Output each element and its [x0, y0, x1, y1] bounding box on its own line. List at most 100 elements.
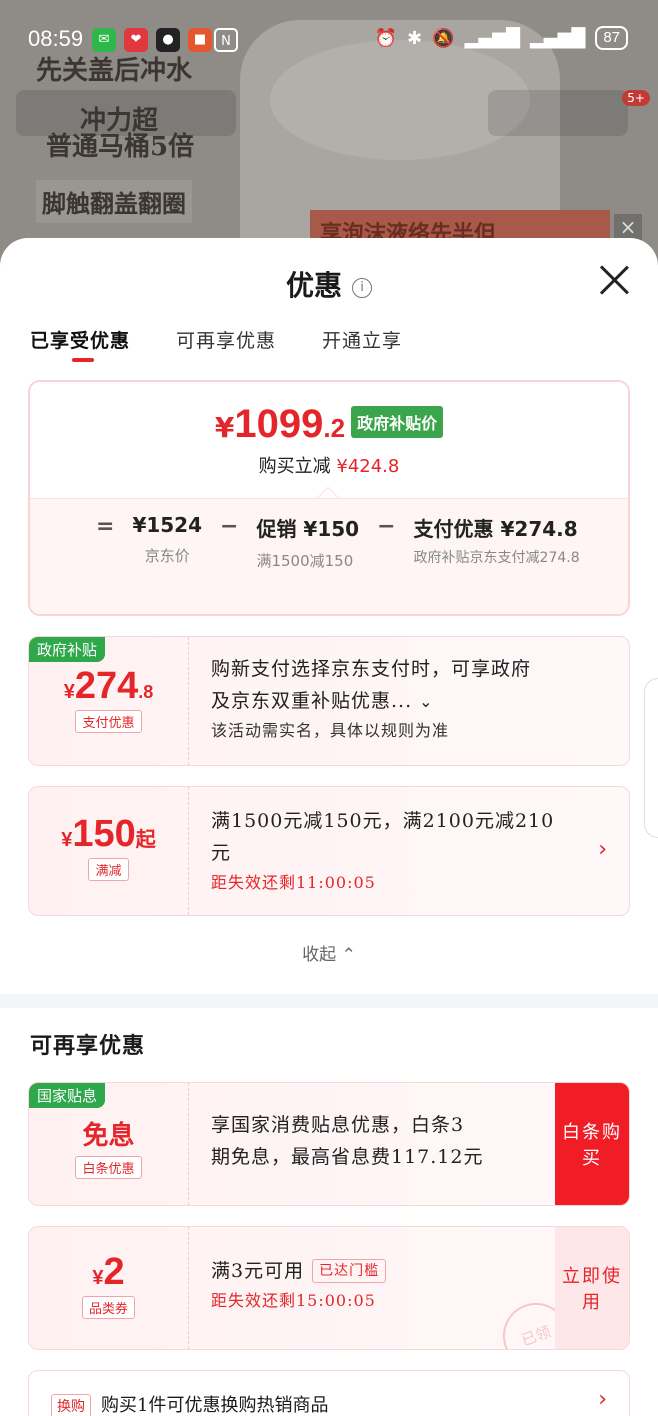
coupon-type-tag: 满减 [88, 858, 129, 881]
description-line: 满3元可用 [211, 1260, 305, 1282]
payment-discount-value: 支付优惠 ¥274.8 [413, 517, 578, 541]
amount-integer: 2 [103, 1251, 125, 1293]
share-nav-area [488, 90, 628, 136]
signal-icon: ▂▄▆█ [464, 27, 520, 49]
baitiao-buy-button[interactable]: 白条购买 [555, 1083, 629, 1205]
description-line: 享国家消费贴息优惠，白条3 [211, 1114, 465, 1136]
amount-suffix: 起 [135, 827, 156, 851]
description-note: 该活动需实名，具体以规则为准 [211, 721, 450, 740]
tab-bar: 已享受优惠 可再享优惠 开通立享 [30, 326, 402, 362]
reduction-amount: ¥424.8 [336, 456, 400, 477]
chevron-right-icon[interactable]: › [598, 837, 607, 862]
coupon-corner-tag: 国家贴息 [29, 1083, 106, 1108]
gov-subsidy-coupon[interactable]: 政府补贴 ¥274.8 支付优惠 购新支付选择京东支付时，可享政府 及京东双重补… [28, 636, 630, 766]
amount-decimal: .8 [138, 682, 154, 702]
section-title: 可再享优惠 [30, 1033, 146, 1059]
alarm-icon: ⏰ [374, 27, 398, 49]
status-bar: 08:59 ✉ ❤ ● ■ N ⏰ ✱ 🔕 ▂▄▆█ ▂▄▆█ 87 [0, 22, 658, 58]
instant-reduction: 购买立减 ¥424.8 [30, 452, 628, 478]
close-button[interactable] [598, 264, 630, 296]
description-line: 元 [211, 842, 232, 864]
coupon-amount: ¥274.8 [29, 665, 188, 708]
breakdown-payment: 支付优惠 ¥274.8 政府补贴京东支付减274.8 [414, 513, 584, 569]
final-price: ¥1099.2 政府补贴价 [30, 402, 628, 447]
use-now-button[interactable]: 立即使用 [555, 1227, 629, 1349]
description-line: 期免息，最高省息费117.12元 [211, 1146, 484, 1168]
ad-text: 脚触翻盖翻圈 [36, 180, 192, 223]
price-breakdown: = ¥1524 京东价 − 促销 ¥150 满1500减150 − 支付优惠 ¥… [96, 513, 584, 571]
swap-purchase-row[interactable]: 换购 购买1件可优惠换购热销商品 › [28, 1370, 630, 1416]
minus-sign: − [220, 514, 239, 539]
collapse-button[interactable]: 收起 ⌃ [0, 940, 658, 965]
mute-icon: 🔕 [432, 27, 455, 49]
bluetooth-icon: ✱ [407, 27, 423, 49]
countdown-text: 距失效还剩11:00:05 [211, 873, 376, 892]
price-summary-card: ¥1099.2 政府补贴价 购买立减 ¥424.8 = ¥1524 京东价 − 促… [28, 380, 630, 616]
currency-symbol: ¥ [61, 829, 73, 851]
payment-discount-label: 政府补贴京东支付减274.8 [413, 550, 580, 566]
info-icon[interactable]: i [352, 277, 372, 298]
swap-description: 购买1件可优惠换购热销商品 [101, 1395, 329, 1416]
minus-sign: − [377, 514, 396, 539]
section-divider [0, 994, 658, 1008]
discount-sheet: 优惠 i 已享受优惠 可再享优惠 开通立享 ¥1099.2 政府补贴价 购买立减 ¥… [0, 238, 658, 1416]
description-line: 购新支付选择京东支付时，可享政府 [211, 658, 532, 680]
gov-subsidy-tag: 政府补贴价 [351, 406, 444, 438]
chevron-down-icon[interactable]: ⌄ [419, 692, 433, 711]
coupon-value-area: 国家贴息 免息 白条优惠 [29, 1083, 189, 1205]
app-icon: ❤ [124, 28, 148, 52]
promo-label: 满1500减150 [256, 552, 354, 570]
cart-badge: 5+ [622, 90, 650, 106]
coupon-description: 购新支付选择京东支付时，可享政府 及京东双重补贴优惠... ⌄ 该活动需实名，具… [211, 653, 531, 744]
price-decimal: .2 [323, 413, 346, 443]
amount-integer: 150 [72, 813, 136, 855]
collapse-label: 收起 [302, 945, 337, 965]
coupon-description: 满3元可用 已达门槛 距失效还剩15:00:05 [211, 1255, 387, 1315]
signal-icon: ▂▄▆█ [529, 27, 586, 49]
description-line: 及京东双重补贴优惠... [211, 690, 413, 712]
coupon-amount: ¥2 [29, 1251, 188, 1294]
category-coupon[interactable]: ¥2 品类券 满3元可用 已达门槛 距失效还剩15:00:05 已领 立即使用 [28, 1226, 630, 1350]
coupon-value-area: ¥2 品类券 [29, 1227, 189, 1349]
chevron-right-icon[interactable]: › [598, 1387, 607, 1412]
jd-price-value: ¥1524 [132, 513, 203, 537]
coupon-type-tag: 支付优惠 [75, 710, 142, 733]
app-icon: ■ [188, 28, 212, 52]
sheet-title-text: 优惠 [285, 269, 342, 302]
amount-integer: 274 [74, 665, 139, 707]
coupon-value-area: 政府补贴 ¥274.8 支付优惠 [29, 637, 189, 765]
side-drawer-handle[interactable] [644, 678, 658, 838]
interest-free-coupon[interactable]: 国家贴息 免息 白条优惠 享国家消费贴息优惠，白条3 期免息，最高省息费117.… [28, 1082, 630, 1206]
currency-symbol: ¥ [92, 1267, 104, 1289]
ad-text: 普通马桶5倍 [46, 132, 195, 162]
wechat-icon: ✉ [92, 28, 116, 52]
nfc-icon: N [214, 28, 238, 52]
promo-value: 促销 ¥150 [256, 517, 360, 541]
threshold-reached-tag: 已达门槛 [312, 1259, 387, 1283]
coupon-value-area: ¥150起 满减 [29, 787, 189, 915]
countdown-text: 距失效还剩15:00:05 [211, 1291, 376, 1310]
tab-activate[interactable]: 开通立享 [322, 326, 402, 353]
tab-more-available[interactable]: 可再享优惠 [176, 326, 276, 353]
coupon-type-tag: 白条优惠 [75, 1156, 142, 1179]
coupon-type-tag: 品类券 [81, 1296, 135, 1319]
tab-enjoyed[interactable]: 已享受优惠 [30, 326, 130, 362]
currency-symbol: ¥ [214, 411, 235, 444]
price-integer: 1099 [234, 402, 324, 446]
reduction-label: 购买立减 [258, 456, 331, 477]
battery-icon: 87 [595, 26, 628, 50]
coupon-description: 享国家消费贴息优惠，白条3 期免息，最高省息费117.12元 [211, 1109, 483, 1173]
coupon-main-label: 免息 [82, 1121, 135, 1151]
jd-price-label: 京东价 [144, 547, 190, 565]
full-reduction-coupon[interactable]: ¥150起 满减 满1500元减150元，满2100元减210 元 距失效还剩1… [28, 786, 630, 916]
coupon-corner-tag: 政府补贴 [29, 637, 106, 662]
sheet-title: 优惠 i [0, 264, 658, 304]
coupon-amount: ¥150起 [29, 813, 188, 856]
qq-icon: ● [156, 28, 180, 52]
currency-symbol: ¥ [63, 681, 75, 703]
swap-tag: 换购 [51, 1394, 91, 1416]
coupon-description: 满1500元减150元，满2100元减210 元 距失效还剩11:00:05 [211, 805, 554, 897]
breakdown-jd-price: ¥1524 京东价 [132, 513, 202, 566]
swap-purchase-text: 换购 购买1件可优惠换购热销商品 [51, 1391, 328, 1416]
status-time: 08:59 [28, 26, 84, 51]
